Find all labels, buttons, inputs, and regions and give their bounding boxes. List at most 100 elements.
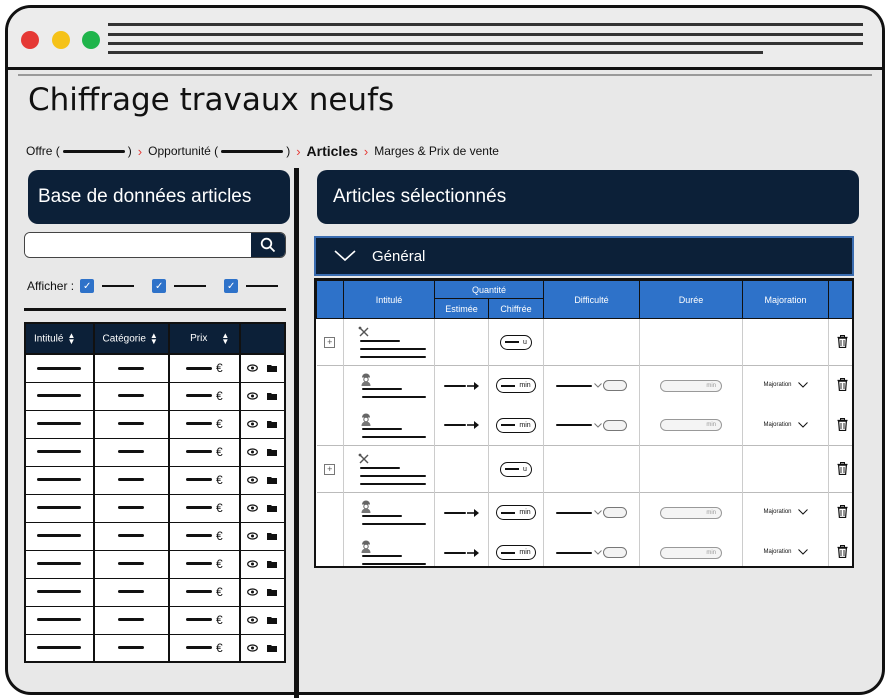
column-header-categorie[interactable]: Catégorie ▲ ▼: [92, 322, 171, 355]
eye-icon[interactable]: [247, 588, 259, 596]
group-row[interactable]: + u: [316, 445, 852, 493]
chevron-down-icon[interactable]: [797, 382, 808, 389]
article-row[interactable]: min min Majoration: [316, 492, 852, 533]
folder-icon[interactable]: [267, 588, 278, 596]
filter-checkbox-1[interactable]: ✓: [80, 279, 95, 293]
database-row[interactable]: €: [25, 354, 287, 383]
article-majoration[interactable]: Majoration: [742, 492, 829, 533]
trash-icon[interactable]: [837, 417, 848, 431]
eye-icon[interactable]: [247, 420, 259, 428]
eye-icon[interactable]: [247, 364, 259, 372]
chevron-down-icon[interactable]: [593, 550, 602, 555]
trash-icon[interactable]: [837, 545, 848, 559]
quantity-input[interactable]: min: [496, 417, 536, 433]
folder-icon[interactable]: [267, 504, 278, 512]
article-difficulte[interactable]: [543, 492, 640, 533]
difficulty-toggle[interactable]: [603, 507, 628, 519]
article-chiffree[interactable]: min: [488, 405, 544, 446]
article-row[interactable]: min min Majoration: [316, 405, 852, 446]
folder-icon[interactable]: [267, 420, 278, 428]
quantity-input[interactable]: u: [500, 334, 532, 350]
folder-icon[interactable]: [267, 364, 278, 373]
majoration-select[interactable]: Majoration: [763, 509, 791, 515]
article-difficulte[interactable]: [543, 532, 640, 566]
minimize-window-button[interactable]: [52, 31, 70, 49]
breadcrumb-item-2[interactable]: Articles: [307, 143, 358, 159]
eye-icon[interactable]: [247, 532, 259, 540]
sort-icon[interactable]: ▲ ▼: [221, 331, 229, 345]
folder-icon[interactable]: [267, 448, 278, 456]
maximize-window-button[interactable]: [82, 31, 100, 49]
article-row[interactable]: min min Majoration: [316, 365, 852, 406]
expand-plus-icon[interactable]: +: [324, 336, 336, 348]
sort-icon[interactable]: ▲ ▼: [150, 331, 158, 345]
folder-icon[interactable]: [267, 476, 278, 484]
column-header-intitule[interactable]: Intitulé ▲ ▼: [24, 322, 95, 355]
close-window-button[interactable]: [21, 31, 39, 49]
chevron-down-icon[interactable]: [593, 422, 602, 428]
folder-icon[interactable]: [267, 644, 278, 652]
group-row[interactable]: + u: [316, 318, 852, 366]
article-majoration[interactable]: Majoration: [742, 365, 829, 406]
chevron-down-icon[interactable]: [797, 509, 808, 516]
quantity-input[interactable]: min: [496, 378, 536, 394]
eye-icon[interactable]: [247, 448, 259, 456]
difficulty-toggle[interactable]: [603, 547, 628, 558]
trash-icon[interactable]: [837, 378, 848, 392]
database-row[interactable]: €: [25, 494, 287, 523]
folder-icon[interactable]: [267, 532, 278, 540]
sort-icon[interactable]: ▲ ▼: [67, 331, 75, 345]
majoration-select[interactable]: Majoration: [763, 549, 791, 555]
database-row[interactable]: €: [25, 522, 287, 551]
difficulty-toggle[interactable]: [603, 419, 628, 431]
quantity-input[interactable]: min: [496, 545, 536, 560]
column-header-prix[interactable]: Prix ▲ ▼: [168, 322, 241, 355]
breadcrumb-item-0[interactable]: Offre (: [26, 144, 60, 158]
breadcrumb-item-1[interactable]: Opportunité (: [148, 144, 218, 158]
chevron-down-icon[interactable]: [334, 250, 356, 262]
database-row[interactable]: €: [25, 438, 287, 467]
quantity-input[interactable]: u: [500, 461, 532, 477]
database-row[interactable]: €: [25, 550, 287, 579]
database-row[interactable]: €: [25, 466, 287, 495]
article-chiffree[interactable]: min: [488, 492, 544, 533]
chevron-down-icon[interactable]: [593, 383, 602, 388]
eye-icon[interactable]: [247, 504, 259, 512]
article-chiffree[interactable]: min: [488, 365, 544, 406]
chevron-down-icon[interactable]: [797, 549, 808, 555]
folder-icon[interactable]: [267, 616, 278, 624]
database-row[interactable]: €: [25, 382, 287, 411]
trash-icon[interactable]: [837, 505, 848, 519]
majoration-select[interactable]: Majoration: [763, 382, 791, 388]
database-row[interactable]: €: [25, 634, 287, 663]
article-majoration[interactable]: Majoration: [742, 405, 829, 446]
filter-checkbox-3[interactable]: ✓: [224, 279, 239, 293]
chevron-down-icon[interactable]: [593, 510, 602, 515]
trash-icon[interactable]: [837, 461, 848, 475]
database-row[interactable]: €: [25, 410, 287, 439]
majoration-select[interactable]: Majoration: [763, 422, 791, 428]
search-button[interactable]: [251, 233, 285, 257]
article-chiffree[interactable]: min: [488, 532, 544, 566]
group-chiffree[interactable]: u: [488, 445, 544, 493]
eye-icon[interactable]: [247, 560, 259, 568]
trash-icon[interactable]: [837, 334, 848, 348]
filter-checkbox-2[interactable]: ✓: [152, 279, 167, 293]
eye-icon[interactable]: [247, 616, 259, 624]
eye-icon[interactable]: [247, 476, 259, 484]
quantity-input[interactable]: min: [496, 505, 536, 521]
folder-icon[interactable]: [267, 560, 278, 568]
difficulty-toggle[interactable]: [603, 380, 628, 392]
article-row[interactable]: min min Majoration: [316, 532, 852, 566]
expand-plus-icon[interactable]: +: [324, 463, 336, 475]
chevron-down-icon[interactable]: [797, 422, 808, 428]
folder-icon[interactable]: [267, 392, 278, 400]
database-row[interactable]: €: [25, 578, 287, 607]
group-chiffree[interactable]: u: [488, 318, 544, 366]
article-difficulte[interactable]: [543, 405, 640, 446]
section-general-header[interactable]: Général: [314, 236, 854, 276]
breadcrumb-item-3[interactable]: Marges & Prix de vente: [374, 144, 499, 158]
article-difficulte[interactable]: [543, 365, 640, 406]
search-input[interactable]: [25, 233, 250, 257]
database-row[interactable]: €: [25, 606, 287, 635]
